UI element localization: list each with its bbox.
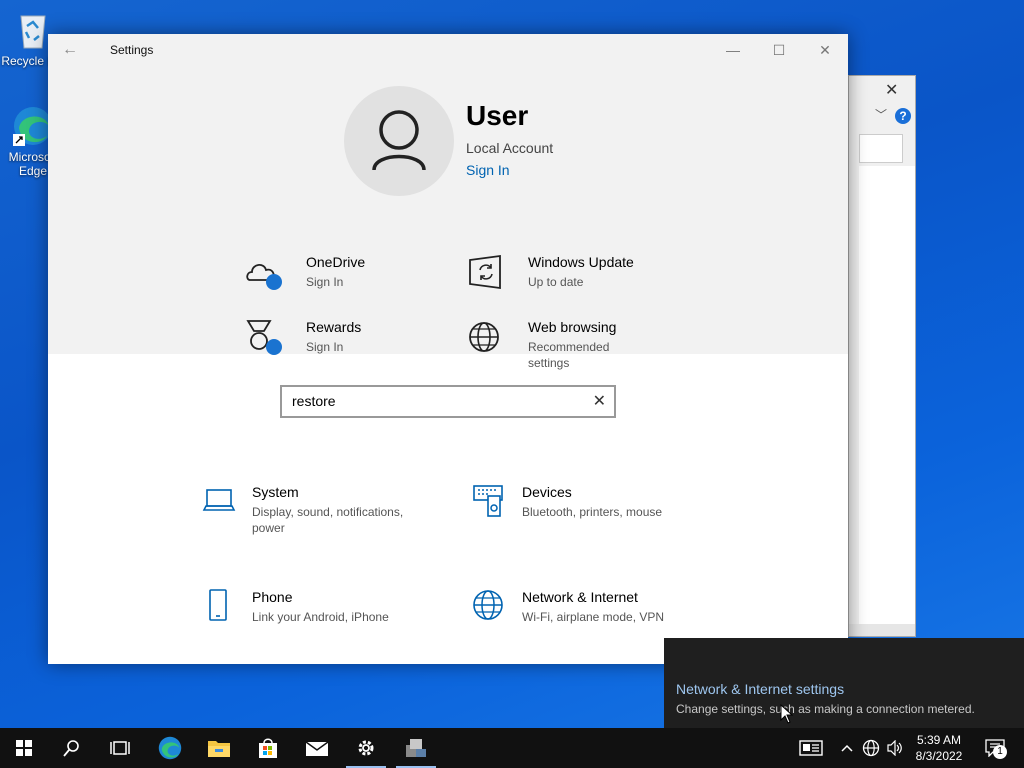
- tile-title: Rewards: [306, 319, 362, 335]
- category-subtitle: Display, sound, notifications, power: [252, 505, 404, 535]
- laptop-icon: [202, 484, 236, 518]
- account-header: User Local Account Sign In OneDrive Sign…: [48, 66, 848, 370]
- store-icon: [259, 738, 277, 758]
- cloud-icon: [244, 252, 284, 292]
- globe-icon: [466, 317, 506, 357]
- search-value: restore: [292, 393, 336, 409]
- background-window: ✕ ﹀ ?: [848, 75, 916, 637]
- maximize-button[interactable]: ☐: [756, 34, 802, 66]
- title-bar: ← Settings — ☐ ✕: [48, 34, 848, 66]
- category-title: Phone: [252, 589, 293, 605]
- network-tray-button[interactable]: [860, 728, 882, 768]
- mail-icon: [305, 741, 329, 756]
- sign-in-link[interactable]: Sign In: [466, 162, 510, 178]
- show-hidden-icons-button[interactable]: [838, 728, 856, 768]
- network-globe-icon: [862, 739, 880, 757]
- tile-title: Windows Update: [528, 254, 634, 270]
- tile-title: OneDrive: [306, 254, 366, 270]
- devices-icon: [472, 484, 506, 518]
- taskbar-store[interactable]: [244, 728, 292, 768]
- back-arrow-icon[interactable]: ←: [62, 41, 78, 59]
- mouse-cursor-icon: [780, 704, 794, 724]
- task-view-icon: [110, 741, 130, 755]
- search-icon: [63, 740, 79, 757]
- news-button[interactable]: [796, 728, 826, 768]
- file-explorer-icon: [208, 741, 230, 757]
- window-content: [859, 166, 915, 636]
- tile-title: Web browsing: [528, 319, 617, 335]
- start-icon: [16, 740, 32, 756]
- volume-button[interactable]: [884, 728, 906, 768]
- settings-gear-icon: [358, 740, 374, 756]
- windows-update-icon: [466, 252, 506, 292]
- tile-subtitle: Sign In: [306, 275, 344, 289]
- taskbar: 5:39 AM 8/3/2022 1: [0, 728, 1024, 768]
- tile-subtitle: Recommended settings: [528, 340, 610, 370]
- avatar[interactable]: [344, 86, 454, 196]
- close-button[interactable]: ✕: [802, 34, 848, 66]
- user-icon: [372, 110, 426, 171]
- speaker-icon: [887, 740, 902, 756]
- chevron-up-icon: [841, 744, 853, 752]
- address-field[interactable]: [859, 134, 903, 163]
- clock[interactable]: 5:39 AM 8/3/2022: [906, 732, 972, 764]
- close-icon[interactable]: ✕: [885, 80, 898, 100]
- clock-time: 5:39 AM: [916, 733, 962, 747]
- tile-subtitle: Up to date: [528, 275, 584, 289]
- category-title: System: [252, 484, 299, 500]
- app-installer-icon: [406, 739, 426, 757]
- search-button[interactable]: [48, 728, 96, 768]
- category-title: Network & Internet: [522, 589, 638, 605]
- category-subtitle: Wi-Fi, airplane mode, VPN: [522, 610, 665, 624]
- category-subtitle: Link your Android, iPhone: [252, 610, 389, 624]
- taskbar-edge[interactable]: [146, 728, 194, 768]
- clock-date: 8/3/2022: [915, 749, 963, 763]
- taskbar-app-installer[interactable]: [392, 728, 440, 768]
- chevron-down-icon[interactable]: ﹀: [875, 106, 887, 123]
- phone-icon: [202, 589, 236, 623]
- start-button[interactable]: [0, 728, 48, 768]
- category-title: Devices: [522, 484, 572, 500]
- horizontal-scrollbar[interactable]: [849, 624, 915, 636]
- help-icon[interactable]: ?: [895, 108, 911, 124]
- edge-icon: [158, 736, 182, 760]
- taskbar-file-explorer[interactable]: [195, 728, 243, 768]
- category-subtitle: Bluetooth, printers, mouse: [522, 505, 663, 519]
- settings-search-input[interactable]: restore ✕: [280, 385, 616, 418]
- clear-search-icon[interactable]: ✕: [593, 391, 606, 411]
- task-view-button[interactable]: [96, 728, 144, 768]
- tile-subtitle: Sign In: [306, 340, 344, 354]
- taskbar-mail[interactable]: [293, 728, 341, 768]
- account-type: Local Account: [466, 140, 554, 156]
- tooltip-title[interactable]: Network & Internet settings: [676, 681, 844, 697]
- news-icon: [799, 740, 823, 756]
- window-title: Settings: [110, 43, 154, 57]
- minimize-button[interactable]: —: [710, 34, 756, 66]
- taskbar-settings[interactable]: [342, 728, 390, 768]
- notification-count-badge: 1: [993, 745, 1007, 759]
- tooltip-body: Change settings, such as making a connec…: [676, 702, 975, 716]
- settings-window: ← Settings — ☐ ✕ User Local Account Sign…: [48, 34, 848, 664]
- network-tooltip[interactable]: Network & Internet settings Change setti…: [664, 638, 1024, 728]
- action-center-button[interactable]: 1: [980, 728, 1010, 768]
- user-name: User: [466, 100, 529, 131]
- network-globe-icon: [472, 589, 506, 623]
- medal-icon: [244, 317, 284, 357]
